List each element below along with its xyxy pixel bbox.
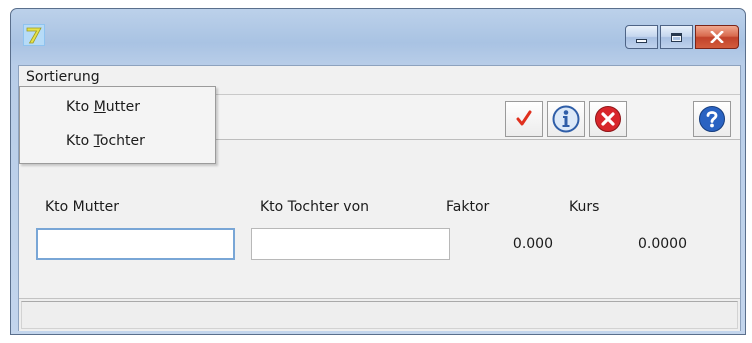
kto-tochter-von-label: Kto Tochter von xyxy=(260,199,370,215)
confirm-button[interactable] xyxy=(505,101,543,137)
kto-tochter-von-field[interactable] xyxy=(251,228,450,260)
menu-item-kto-tochter[interactable]: Kto Tochter xyxy=(66,133,145,149)
help-button[interactable] xyxy=(693,101,731,137)
faktor-label: Faktor xyxy=(446,199,490,215)
faktor-value: 0.000 xyxy=(512,236,553,252)
cancel-button[interactable] xyxy=(589,101,627,137)
title-bar[interactable] xyxy=(11,9,745,65)
app-icon xyxy=(23,24,45,46)
menu-item-suffix: utter xyxy=(105,99,141,115)
caption-buttons xyxy=(625,25,739,49)
info-button[interactable] xyxy=(547,101,585,137)
menu-item-prefix: Kto xyxy=(66,99,94,115)
status-panel xyxy=(21,301,738,329)
checkmark-icon xyxy=(516,110,532,126)
cancel-x-icon xyxy=(595,106,621,132)
maximize-icon xyxy=(671,32,682,42)
status-bar xyxy=(19,298,740,331)
maximize-button[interactable] xyxy=(660,25,693,49)
kto-mutter-field[interactable] xyxy=(36,228,235,260)
kurs-label: Kurs xyxy=(569,199,600,215)
menu-item-prefix: Kto xyxy=(66,133,94,149)
kurs-value: 0.0000 xyxy=(638,236,687,252)
menu-item-accelerator: M xyxy=(93,99,106,115)
app-window: Sortierung Kto Mutter Kto Tochter von Fa… xyxy=(10,8,746,335)
minimize-button[interactable] xyxy=(625,25,658,49)
close-button[interactable] xyxy=(695,25,739,49)
help-icon xyxy=(699,106,725,132)
menu-item-kto-mutter[interactable]: Kto Mutter xyxy=(66,99,140,115)
kto-mutter-label: Kto Mutter xyxy=(45,199,119,215)
close-icon xyxy=(710,31,724,43)
minimize-icon xyxy=(636,39,647,43)
sortierung-dropdown-menu: Kto Mutter Kto Tochter xyxy=(19,86,216,164)
info-icon xyxy=(552,105,580,133)
menu-sortierung[interactable]: Sortierung xyxy=(26,69,100,85)
menu-item-suffix: ochter xyxy=(99,133,145,149)
